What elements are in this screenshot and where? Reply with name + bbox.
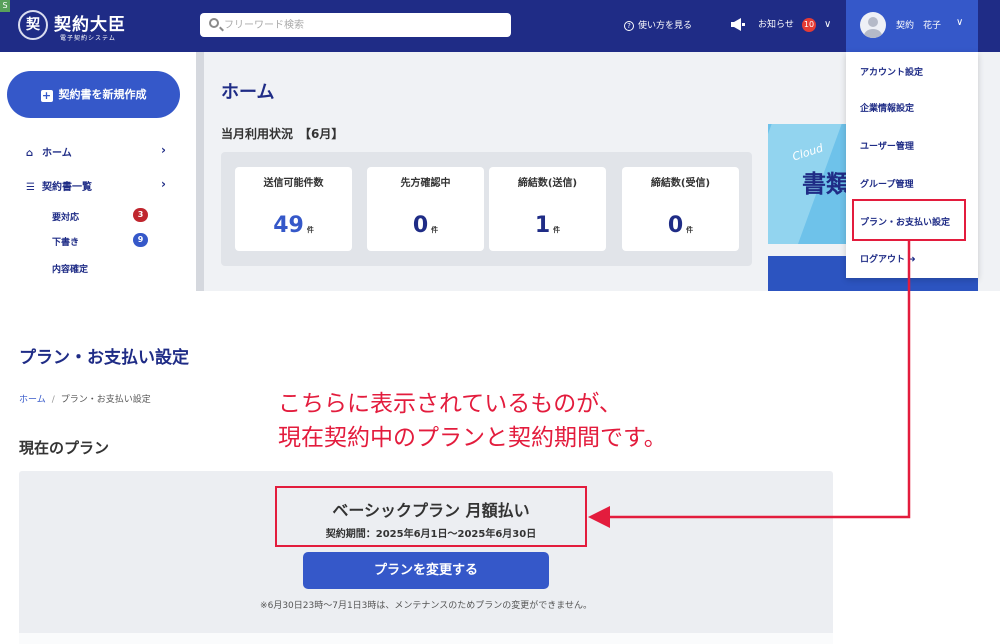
menu-item-logout[interactable]: ログアウト ➜ <box>860 252 916 265</box>
logout-arrow-icon: ➜ <box>908 255 916 265</box>
sidebar: + 契約書を新規作成 ⌂ ホーム › ☰ 契約書一覧 › 要対応 3 下書き 9 内容… <box>0 52 196 291</box>
search-input[interactable] <box>224 13 504 37</box>
count-badge: 9 <box>133 233 148 247</box>
stat-label: 送信可能件数 <box>263 178 324 189</box>
search-box[interactable] <box>200 13 511 37</box>
stat-value: 1件 <box>534 213 561 238</box>
annotation-line: こちらに表示されているものが、 <box>278 391 622 417</box>
stat-card-sendable: 送信可能件数 49 件 <box>235 167 352 251</box>
stat-label: 締結数(受信) <box>650 178 711 189</box>
chevron-down-icon: ∨ <box>956 17 964 28</box>
sidebar-subitem-label: 内容確定 <box>52 265 89 275</box>
stat-value: 0件 <box>667 213 694 238</box>
notifications-label: お知らせ <box>758 20 794 30</box>
user-menu-button[interactable]: 契約 花子 ∨ <box>846 0 978 52</box>
annotation-line: 現在契約中のプランと契約期間です。 <box>278 425 667 451</box>
sidebar-item-label: 契約書一覧 <box>42 182 92 193</box>
plan-name: ベーシックプラン 月額払い <box>332 501 530 520</box>
contract-period: 契約期間：2025年6月1日〜2025年6月30日 <box>325 529 537 540</box>
highlight-box <box>852 199 966 241</box>
chevron-down-icon: ∨ <box>824 19 832 30</box>
breadcrumb-separator: / <box>51 395 55 405</box>
breadcrumb: ホーム / プラン・お支払い設定 <box>19 392 151 405</box>
maintenance-note: ※6月30日23時〜7月1日3時は、メンテナンスのためプランの変更ができません。 <box>260 601 592 611</box>
menu-item-company-settings[interactable]: 企業情報設定 <box>860 101 914 114</box>
list-icon: ☰ <box>26 182 35 193</box>
notifications-count-badge: 10 <box>802 18 816 32</box>
sidebar-divider <box>196 52 204 291</box>
sidebar-item-home[interactable]: ⌂ ホーム › <box>26 143 166 159</box>
question-icon: ? <box>624 20 634 31</box>
new-contract-label: 契約書を新規作成 <box>58 88 147 101</box>
breadcrumb-home-link[interactable]: ホーム <box>19 395 46 405</box>
stat-card-concluded-sent: 締結数(送信) 1件 <box>489 167 606 251</box>
stat-label: 締結数(送信) <box>517 178 578 189</box>
page-title: ホーム <box>221 82 275 103</box>
plus-icon: + <box>40 89 53 102</box>
stat-value: 0件 <box>412 213 439 238</box>
menu-item-user-management[interactable]: ユーザー管理 <box>860 139 914 152</box>
logo-subtitle: 電子契約システム <box>60 35 116 42</box>
usage-heading: 当月利用状況 【6月】 <box>221 127 344 141</box>
sidebar-subitem-confirmed[interactable]: 内容確定 <box>52 262 148 275</box>
stat-label: 先方確認中 <box>400 178 451 189</box>
logo-name[interactable]: 契約大臣 <box>54 10 126 35</box>
user-name: 契約 花子 <box>896 21 942 31</box>
megaphone-icon <box>731 18 745 31</box>
current-plan-heading: 現在のプラン <box>19 439 110 457</box>
chevron-right-icon: › <box>161 143 166 157</box>
sidebar-subitem-action-required[interactable]: 要対応 3 <box>52 208 148 223</box>
logo-icon[interactable]: 契 <box>18 10 48 40</box>
menu-item-account-settings[interactable]: アカウント設定 <box>860 65 923 78</box>
sidebar-subitem-drafts[interactable]: 下書き 9 <box>52 233 148 248</box>
annotation-text: こちらに表示されているものが、 現在契約中のプランと契約期間です。 <box>278 387 667 455</box>
plan-info-highlight: ベーシックプラン 月額払い 契約期間：2025年6月1日〜2025年6月30日 <box>275 486 587 547</box>
chevron-right-icon: › <box>161 177 166 191</box>
stat-card-pending-confirmation: 先方確認中 0件 <box>367 167 484 251</box>
home-icon: ⌂ <box>26 148 34 159</box>
corner-badge: S <box>0 0 10 12</box>
new-contract-button[interactable]: + 契約書を新規作成 <box>7 71 180 118</box>
stat-value: 49 件 <box>273 213 314 238</box>
sidebar-subitem-label: 要対応 <box>52 213 80 223</box>
sidebar-item-contract-list[interactable]: ☰ 契約書一覧 › <box>26 177 166 193</box>
plan-page-title: プラン・お支払い設定 <box>19 348 189 368</box>
stat-card-concluded-received: 締結数(受信) 0件 <box>622 167 739 251</box>
home-screenshot: S 契 契約大臣 電子契約システム ? 使い方を見る お知らせ 10 ∨ 契約 花… <box>0 0 1000 291</box>
plan-card-footer <box>19 633 833 644</box>
menu-item-group-management[interactable]: グループ管理 <box>860 177 913 190</box>
count-badge: 3 <box>133 208 148 222</box>
breadcrumb-current: プラン・お支払い設定 <box>60 395 151 405</box>
avatar <box>860 12 886 38</box>
help-link[interactable]: ? 使い方を見る <box>624 18 692 31</box>
change-plan-button[interactable]: プランを変更する <box>303 552 549 589</box>
help-label: 使い方を見る <box>638 21 693 31</box>
usage-stats-panel: 送信可能件数 49 件 先方確認中 0件 締結数(送信) 1件 締結数(受信) 0… <box>221 152 752 266</box>
sidebar-item-label: ホーム <box>42 148 72 159</box>
banner-headline: 書類 <box>802 170 850 198</box>
sidebar-subitem-label: 下書き <box>52 238 80 248</box>
search-icon <box>209 18 219 28</box>
user-dropdown-menu: アカウント設定 企業情報設定 ユーザー管理 グループ管理 プラン・お支払い設定 … <box>846 52 978 278</box>
